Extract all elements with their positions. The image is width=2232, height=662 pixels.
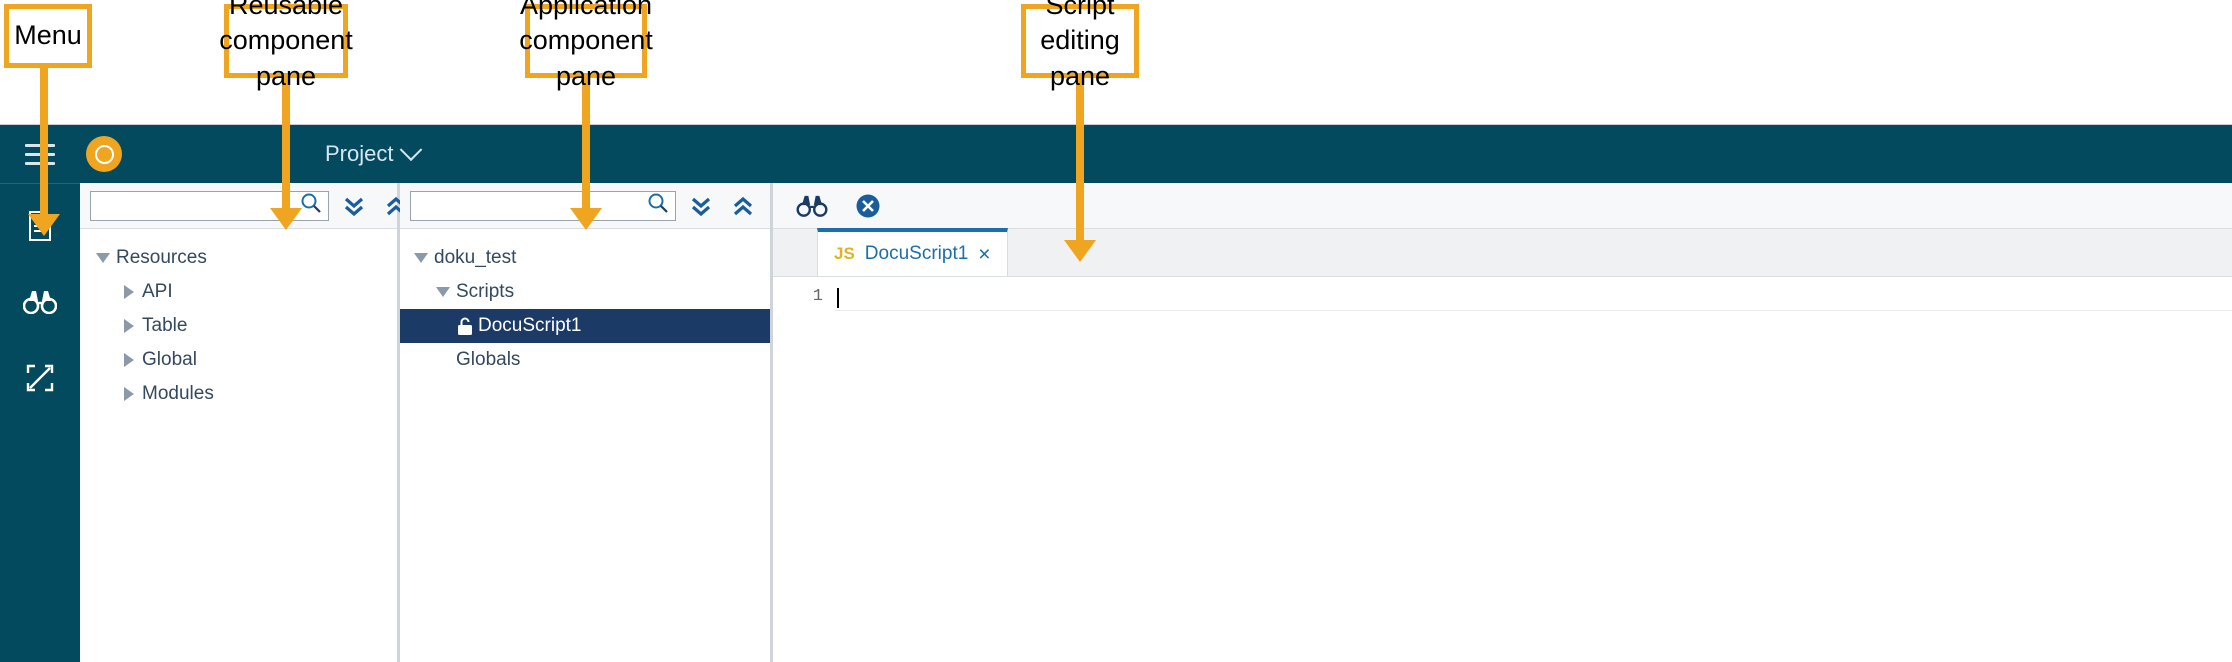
application-search-box[interactable] bbox=[410, 190, 676, 221]
annotation-menu: Menu bbox=[4, 4, 92, 68]
js-file-type-icon: JS bbox=[834, 244, 855, 263]
editor-tab-title: DocuScript1 bbox=[864, 243, 969, 264]
text-caret bbox=[837, 287, 839, 308]
close-circle-icon[interactable] bbox=[851, 189, 885, 223]
unlocked-padlock-icon bbox=[452, 317, 478, 336]
twisty-collapsed-icon[interactable] bbox=[116, 387, 142, 401]
code-line[interactable] bbox=[835, 285, 2232, 311]
tree-node-global[interactable]: Global bbox=[80, 343, 397, 377]
application-window: Project Resources API Table Global Modul… bbox=[0, 124, 2232, 662]
reusable-component-pane: Resources API Table Global Modules bbox=[80, 183, 406, 662]
annotation-reusable-pane-arrowhead bbox=[270, 208, 302, 230]
tree-node-api[interactable]: API bbox=[80, 275, 397, 309]
annotation-menu-label: Menu bbox=[14, 20, 82, 51]
annotation-reusable-pane: Reusable component pane bbox=[219, 0, 353, 91]
application-component-pane: doku_test Scripts DocuScript1 Globals bbox=[400, 183, 773, 662]
tree-node-label: API bbox=[142, 281, 173, 302]
app-body: Resources API Table Global Modules doku_… bbox=[0, 183, 2232, 662]
script-editing-pane: JS DocuScript1 × 1 bbox=[773, 183, 2232, 662]
tree-node-doku-test[interactable]: doku_test bbox=[400, 241, 770, 275]
application-search-input[interactable] bbox=[417, 196, 647, 215]
reusable-component-tree: Resources API Table Global Modules bbox=[80, 229, 397, 662]
tree-node-label: Modules bbox=[142, 383, 214, 404]
binoculars-icon[interactable] bbox=[18, 282, 62, 322]
expand-icon[interactable] bbox=[18, 358, 62, 398]
line-number-gutter: 1 bbox=[773, 277, 835, 662]
annotation-application-pane-label: Application component pane bbox=[519, 0, 653, 91]
code-area[interactable]: 1 bbox=[773, 277, 2232, 662]
editor-toolbar bbox=[773, 183, 2232, 229]
annotation-script-pane-label: Script editing pane bbox=[1040, 0, 1120, 91]
search-icon[interactable] bbox=[647, 192, 669, 219]
annotation-application-pane: Application component pane bbox=[519, 0, 653, 91]
twisty-expanded-icon[interactable] bbox=[430, 287, 456, 297]
tree-node-modules[interactable]: Modules bbox=[80, 377, 397, 411]
tree-node-label: doku_test bbox=[434, 247, 517, 268]
annotation-application-pane-arrow bbox=[582, 78, 590, 212]
nav-rail bbox=[0, 183, 80, 662]
editor-tabstrip: JS DocuScript1 × bbox=[773, 228, 2232, 277]
chevron-double-down-icon[interactable] bbox=[337, 189, 371, 223]
tree-node-docuscript1[interactable]: DocuScript1 bbox=[400, 309, 770, 343]
tree-node-label: Resources bbox=[116, 247, 207, 268]
tree-node-table[interactable]: Table bbox=[80, 309, 397, 343]
app-logo-icon[interactable] bbox=[86, 136, 122, 172]
binoculars-icon[interactable] bbox=[795, 189, 829, 223]
editor-tab-docuscript1[interactable]: JS DocuScript1 × bbox=[817, 228, 1008, 276]
twisty-expanded-icon[interactable] bbox=[90, 253, 116, 263]
line-number: 1 bbox=[812, 287, 823, 306]
chevron-down-icon bbox=[400, 138, 423, 162]
app-header: Project bbox=[0, 125, 2232, 183]
code-lines[interactable] bbox=[835, 277, 2232, 662]
annotation-script-pane: Script editing pane bbox=[1021, 0, 1139, 91]
reusable-pane-toolbar bbox=[80, 183, 406, 229]
tree-node-scripts[interactable]: Scripts bbox=[400, 275, 770, 309]
project-selector-label: Project bbox=[325, 141, 394, 166]
project-selector[interactable]: Project bbox=[325, 138, 423, 167]
tree-node-resources[interactable]: Resources bbox=[80, 241, 397, 275]
chevron-double-up-icon[interactable] bbox=[726, 189, 760, 223]
tree-node-label: Table bbox=[142, 315, 188, 336]
twisty-collapsed-icon[interactable] bbox=[116, 285, 142, 299]
tree-node-label: Globals bbox=[456, 349, 521, 370]
tree-node-label: DocuScript1 bbox=[478, 315, 582, 336]
chevron-double-down-icon[interactable] bbox=[684, 189, 718, 223]
tree-node-label: Global bbox=[142, 349, 197, 370]
tree-node-globals[interactable]: Globals bbox=[400, 343, 770, 377]
annotation-menu-arrow bbox=[40, 68, 48, 218]
annotation-script-pane-arrow bbox=[1076, 78, 1084, 244]
search-icon[interactable] bbox=[300, 192, 322, 219]
twisty-collapsed-icon[interactable] bbox=[116, 353, 142, 367]
tree-node-label: Scripts bbox=[456, 281, 515, 302]
twisty-expanded-icon[interactable] bbox=[408, 253, 434, 263]
annotation-reusable-pane-arrow bbox=[282, 78, 290, 212]
annotation-reusable-pane-label: Reusable component pane bbox=[219, 0, 353, 91]
close-icon[interactable]: × bbox=[978, 244, 990, 265]
twisty-collapsed-icon[interactable] bbox=[116, 319, 142, 333]
annotation-script-pane-arrowhead bbox=[1064, 240, 1096, 262]
annotation-application-pane-arrowhead bbox=[570, 208, 602, 230]
annotation-menu-arrowhead bbox=[28, 214, 60, 236]
application-component-tree: doku_test Scripts DocuScript1 Globals bbox=[400, 229, 770, 662]
